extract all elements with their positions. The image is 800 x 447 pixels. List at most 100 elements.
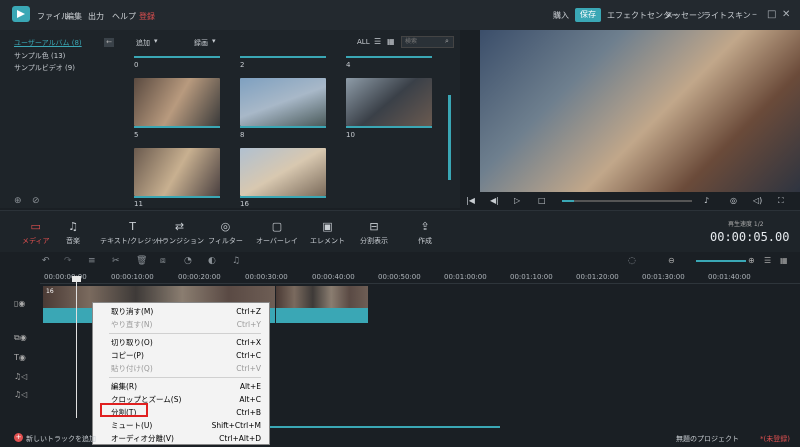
light-skin-button[interactable]: ライトスキン bbox=[703, 10, 751, 21]
step-back-icon[interactable]: ◀| bbox=[490, 196, 499, 205]
album-sample-color[interactable]: サンプル色 (13) bbox=[14, 51, 65, 61]
tool-media[interactable]: ▭ メディア bbox=[22, 220, 50, 246]
menu-item-shortcut: Ctrl+Y bbox=[236, 320, 261, 329]
tool-element[interactable]: ▣ エレメント bbox=[310, 220, 345, 246]
close-icon[interactable]: ✕ bbox=[782, 9, 790, 20]
playhead-handle[interactable] bbox=[72, 276, 81, 282]
menu-separator bbox=[109, 333, 261, 334]
maximize-icon[interactable]: □ bbox=[767, 9, 776, 20]
menu-item-cut[interactable]: 切り取り(O) Ctrl+X bbox=[111, 337, 261, 349]
menu-item-undo[interactable]: 取り消す(M) Ctrl+Z bbox=[111, 306, 261, 318]
import-dropdown[interactable]: 追加 bbox=[136, 38, 150, 48]
render-icon[interactable]: ◌ bbox=[628, 256, 636, 266]
message-button[interactable]: メッセージ bbox=[665, 10, 705, 21]
menu-item-detach-audio[interactable]: オーディオ分離(V) Ctrl+Alt+D bbox=[111, 433, 261, 445]
menu-item-redo[interactable]: やり直す(N) Ctrl+Y bbox=[111, 319, 261, 331]
delete-icon[interactable]: 🗑 bbox=[136, 256, 147, 266]
thumb-bar bbox=[240, 126, 326, 128]
audio-icon[interactable]: ♫ bbox=[232, 256, 240, 266]
volume-icon[interactable]: ◁) bbox=[753, 196, 762, 205]
timeline-scrollbar[interactable] bbox=[270, 426, 500, 428]
zoom-slider[interactable] bbox=[696, 260, 746, 262]
menu-item-paste[interactable]: 貼り付け(Q) Ctrl+V bbox=[111, 363, 261, 375]
add-folder-icon[interactable]: ⊕ bbox=[14, 196, 22, 206]
play-icon[interactable]: ▷ bbox=[514, 196, 520, 205]
menu-edit[interactable]: 編集 bbox=[66, 11, 82, 22]
menu-register[interactable]: 登録 bbox=[139, 11, 155, 22]
folder-icon: ▭ bbox=[30, 220, 41, 233]
ruler-tick: 00:01:40:00 bbox=[708, 273, 751, 281]
thumb-bar bbox=[134, 56, 220, 58]
collapse-icon[interactable]: ← bbox=[104, 38, 114, 47]
list-icon[interactable]: ☰ bbox=[764, 256, 771, 265]
color-icon[interactable]: ◐ bbox=[208, 256, 216, 266]
timecode: 00:00:05.00 bbox=[710, 230, 790, 244]
video-clip[interactable] bbox=[276, 286, 368, 323]
menu-item-edit[interactable]: 編集(R) Alt+E bbox=[111, 381, 261, 393]
cut-icon[interactable]: ✂ bbox=[112, 256, 120, 266]
media-thumbnail[interactable] bbox=[346, 78, 432, 126]
speed-icon[interactable]: ◔ bbox=[184, 256, 192, 266]
menu-item-copy[interactable]: コピー(P) Ctrl+C bbox=[111, 350, 261, 362]
menu-item-shortcut: Ctrl+C bbox=[236, 351, 261, 360]
grid-view-icon[interactable]: ▦ bbox=[387, 37, 395, 46]
menu-item-mute[interactable]: ミュート(U) Shift+Ctrl+M bbox=[111, 420, 261, 432]
playhead[interactable] bbox=[76, 278, 77, 418]
menu-output[interactable]: 出力 bbox=[88, 11, 104, 22]
thumb-label: 2 bbox=[240, 61, 245, 69]
menu-item-label: オーディオ分離(V) bbox=[111, 434, 174, 443]
prev-frame-icon[interactable]: |◀ bbox=[466, 196, 475, 205]
menu-item-shortcut: Ctrl+B bbox=[236, 408, 261, 417]
tool-label: 作成 bbox=[418, 237, 432, 245]
grid-icon[interactable]: ▦ bbox=[780, 256, 788, 265]
zoom-out-icon[interactable]: ⊖ bbox=[668, 256, 675, 265]
buy-button[interactable]: 購入 bbox=[553, 10, 569, 21]
media-scrollbar[interactable] bbox=[448, 95, 451, 180]
album-user[interactable]: ユーザーアルバム (8) bbox=[14, 38, 82, 48]
transition-icon: ⇄ bbox=[174, 220, 185, 233]
settings-icon[interactable]: ≡ bbox=[88, 256, 96, 266]
delete-folder-icon[interactable]: ⊘ bbox=[32, 196, 40, 206]
minimize-icon[interactable]: – bbox=[752, 9, 757, 20]
record-dropdown[interactable]: 録画 bbox=[194, 38, 208, 48]
menu-help[interactable]: ヘルプ bbox=[112, 11, 136, 22]
add-track-icon[interactable]: + bbox=[14, 433, 23, 442]
split-highlight-box bbox=[100, 403, 148, 417]
fullscreen-icon[interactable]: ⛶ bbox=[778, 196, 784, 206]
menu-item-shortcut: Ctrl+Alt+D bbox=[219, 434, 261, 443]
time-ruler[interactable]: 00:00:00:00 00:00:10:00 00:00:20:00 00:0… bbox=[40, 270, 800, 284]
menu-item-label: ミュート(U) bbox=[111, 421, 153, 430]
tool-split-screen[interactable]: ⊟ 分割表示 bbox=[360, 220, 388, 246]
save-button[interactable]: 保存 bbox=[575, 8, 601, 22]
thumb-bar bbox=[134, 196, 220, 198]
menu-item-label: 貼り付け(Q) bbox=[111, 364, 153, 373]
tool-music[interactable]: ♫ 音楽 bbox=[66, 220, 80, 246]
seek-bar[interactable] bbox=[562, 200, 692, 202]
tool-overlay[interactable]: ▢ オーバーレイ bbox=[256, 220, 298, 246]
media-thumbnail[interactable] bbox=[134, 78, 220, 126]
tool-export[interactable]: ⇪ 作成 bbox=[418, 220, 432, 246]
filter-all[interactable]: ALL bbox=[357, 38, 370, 46]
mic-icon[interactable]: ♪ bbox=[704, 196, 709, 205]
menu-file[interactable]: ファイル bbox=[37, 11, 69, 22]
album-sample-video[interactable]: サンプルビデオ (9) bbox=[14, 63, 75, 73]
ruler-tick: 00:00:30:00 bbox=[245, 273, 288, 281]
crop-icon[interactable]: ⧈ bbox=[160, 256, 166, 266]
tool-filter[interactable]: ◎ フィルター bbox=[208, 220, 243, 246]
list-view-icon[interactable]: ☰ bbox=[374, 37, 381, 46]
media-thumbnail[interactable] bbox=[134, 148, 220, 196]
media-thumbnail[interactable] bbox=[240, 78, 326, 126]
thumb-label: 5 bbox=[134, 131, 139, 139]
ruler-tick: 00:00:20:00 bbox=[178, 273, 221, 281]
media-thumbnail[interactable] bbox=[240, 148, 326, 196]
undo-icon[interactable]: ↶ bbox=[42, 256, 50, 266]
stop-icon[interactable]: □ bbox=[538, 196, 546, 205]
snapshot-icon[interactable]: ◎ bbox=[730, 196, 737, 205]
redo-icon[interactable]: ↷ bbox=[64, 256, 72, 266]
tool-transition[interactable]: ⇄ トランジション bbox=[155, 220, 204, 246]
overlay-icon: ▢ bbox=[271, 220, 283, 233]
menu-separator bbox=[109, 377, 261, 378]
preview-player[interactable] bbox=[480, 30, 800, 192]
add-track-button[interactable]: 新しいトラックを追加 bbox=[26, 434, 96, 444]
zoom-in-icon[interactable]: ⊕ bbox=[748, 256, 755, 265]
